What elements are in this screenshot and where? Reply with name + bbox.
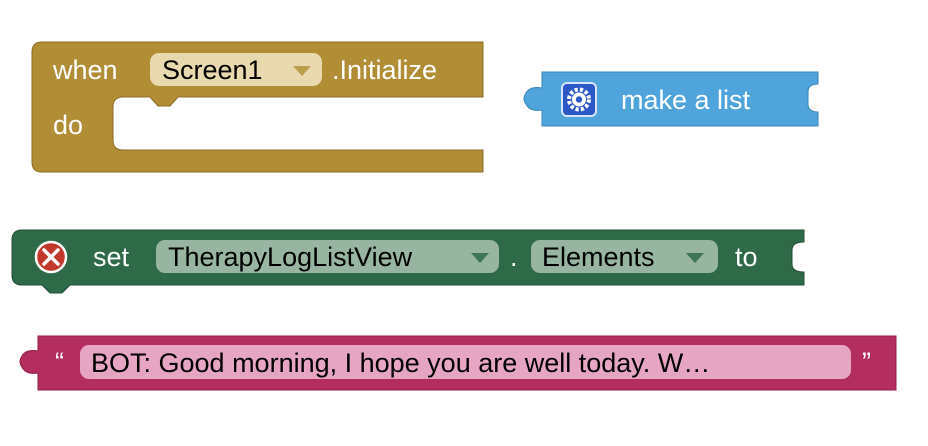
set-elements-block[interactable]: set TherapyLogListView . Elements to — [11, 229, 805, 294]
blocks-workspace: when Screen1 .Initialize do make a list … — [11, 41, 897, 391]
make-a-list-block[interactable]: make a list — [523, 71, 819, 127]
component-dropdown-label: Screen1 — [162, 55, 263, 85]
text-value-field[interactable]: BOT: Good morning, I hope you are well t… — [80, 345, 851, 379]
gear-icon[interactable] — [561, 82, 597, 117]
property-dropdown-elements[interactable]: Elements — [531, 240, 718, 273]
event-name-label: .Initialize — [332, 55, 437, 85]
text-string-block[interactable]: “ BOT: Good morning, I hope you are well… — [19, 335, 897, 391]
open-quote: “ — [55, 347, 64, 377]
to-label: to — [735, 242, 758, 272]
text-value: BOT: Good morning, I hope you are well t… — [91, 348, 710, 378]
when-label: when — [52, 55, 118, 85]
close-quote: ” — [862, 347, 871, 377]
setter-property-label: Elements — [542, 242, 655, 272]
set-label: set — [93, 242, 130, 272]
component-dropdown-screen1[interactable]: Screen1 — [150, 53, 322, 86]
dot-separator: . — [510, 242, 518, 272]
make-a-list-label: make a list — [621, 85, 751, 115]
screen-initialize-event-block[interactable]: when Screen1 .Initialize do — [31, 41, 484, 173]
do-label: do — [53, 110, 83, 140]
setter-component-label: TherapyLogListView — [168, 242, 413, 272]
error-x-icon[interactable] — [34, 240, 68, 274]
component-dropdown-therapylog[interactable]: TherapyLogListView — [156, 240, 499, 273]
